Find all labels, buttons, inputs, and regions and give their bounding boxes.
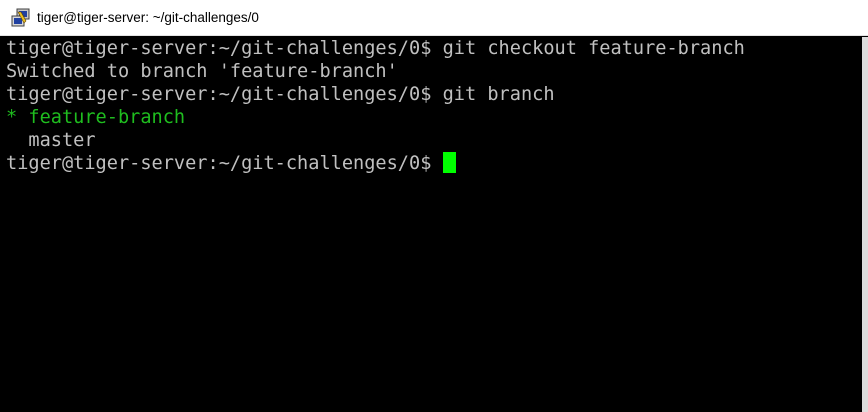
command-input[interactable] <box>431 153 442 174</box>
command-text: git checkout feature-branch <box>431 38 745 59</box>
terminal-line: Switched to branch 'feature-branch' <box>6 60 398 83</box>
branch-name: master <box>6 130 96 151</box>
shell-prompt: tiger@tiger-server:~/git-challenges/0$ <box>6 38 432 59</box>
terminal-window: tiger@tiger-server: ~/git-challenges/0 t… <box>0 0 868 412</box>
command-text: git branch <box>431 84 555 105</box>
terminal-line: master <box>6 129 96 152</box>
putty-icon <box>11 8 31 28</box>
title-bar[interactable]: tiger@tiger-server: ~/git-challenges/0 <box>0 0 868 36</box>
terminal-line: tiger@tiger-server:~/git-challenges/0$ g… <box>6 37 745 60</box>
terminal-line-active-prompt: tiger@tiger-server:~/git-challenges/0$ <box>6 152 456 175</box>
shell-prompt: tiger@tiger-server:~/git-challenges/0$ <box>6 84 432 105</box>
text-cursor <box>442 152 456 173</box>
terminal-line: tiger@tiger-server:~/git-challenges/0$ g… <box>6 83 555 106</box>
vertical-scrollbar[interactable] <box>862 37 868 412</box>
current-branch-name: feature-branch <box>28 107 186 128</box>
current-branch-marker: * <box>6 107 29 128</box>
shell-prompt: tiger@tiger-server:~/git-challenges/0$ <box>6 153 432 174</box>
terminal-line-current-branch: * feature-branch <box>6 106 185 129</box>
terminal-output[interactable]: tiger@tiger-server:~/git-challenges/0$ g… <box>0 37 862 412</box>
command-output: Switched to branch 'feature-branch' <box>6 61 398 82</box>
scrollbar-thumb[interactable] <box>862 37 868 412</box>
window-title: tiger@tiger-server: ~/git-challenges/0 <box>37 10 259 25</box>
